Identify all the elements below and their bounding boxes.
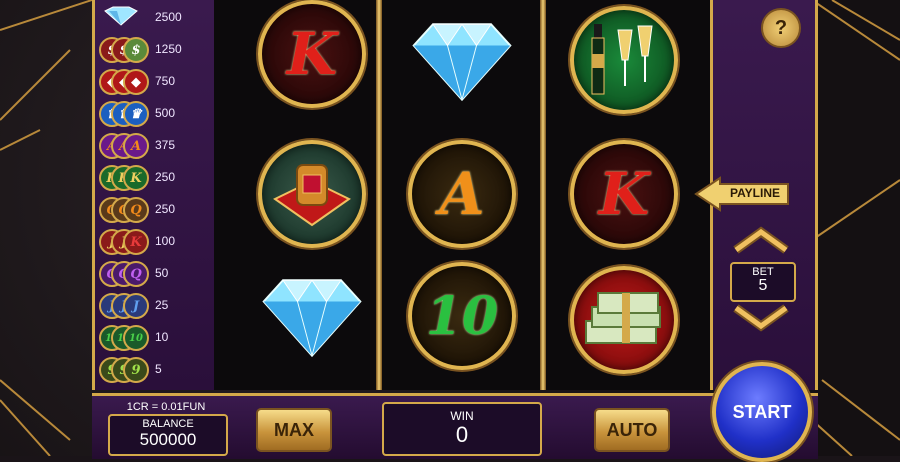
money-symbol	[570, 266, 678, 374]
paytable-row: 101010 10	[99, 324, 168, 351]
payout-value: 25	[155, 298, 169, 312]
ring-symbol	[258, 140, 366, 248]
payout-value: 1250	[155, 42, 182, 56]
paytable-row: ♛♛♛ 500	[99, 100, 175, 127]
auto-spin-button[interactable]: AUTO	[594, 408, 670, 452]
champagne-icon: ♛♛♛	[99, 101, 149, 127]
reel-2-symbol-1	[404, 6, 520, 114]
ring-icon: ◆◆◆	[99, 69, 149, 95]
reel-3-symbol-2: K	[566, 140, 682, 248]
letter-j-icon: JJK	[99, 229, 149, 255]
number-nine-icon: JJJ	[99, 293, 149, 319]
payout-value: 750	[155, 74, 176, 88]
reel-1-symbol-2	[254, 140, 370, 248]
letter-k-symbol: K	[570, 140, 678, 248]
diamond-symbol	[262, 279, 362, 358]
letter-q-icon: QQQ	[99, 197, 149, 223]
balance-display: BALANCE 500000	[108, 414, 228, 456]
paytable-row: $$$ 1250	[99, 36, 182, 63]
letter-a-icon: AAA	[99, 133, 149, 159]
reel-3-symbol-3	[566, 266, 682, 374]
payout-value: 500	[155, 106, 176, 120]
reel-3-symbol-1	[566, 6, 682, 114]
balance-label: BALANCE	[142, 418, 194, 430]
payout-value: 375	[155, 138, 176, 152]
bet-down-button[interactable]	[730, 302, 792, 332]
payline-label: PAYLINE	[730, 186, 781, 200]
diamond-icon	[99, 5, 149, 29]
bet-value: 5	[758, 277, 768, 294]
letter-k-symbol: K	[258, 0, 366, 108]
right-decoration	[812, 0, 900, 456]
paytable-row: 2500	[99, 4, 182, 30]
bet-display: BET 5	[730, 262, 796, 302]
paytable-row: JJJ 25	[99, 292, 168, 319]
left-decoration	[0, 0, 92, 456]
reel-1-symbol-1: K	[254, 0, 370, 108]
paytable-row: JJK 100	[99, 228, 175, 255]
balance-value: 500000	[139, 430, 197, 449]
paytable-row: 999 5	[99, 356, 162, 383]
reel-2-symbol-2: A	[404, 140, 520, 248]
reels-area: K A 10 K	[214, 0, 710, 390]
paytable-row: KKK 250	[99, 164, 175, 191]
number-seven-icon: 999	[99, 357, 149, 383]
credit-rate-label: 1CR = 0.01FUN	[126, 401, 206, 413]
win-display: WIN 0	[382, 402, 542, 456]
letter-a-symbol: A	[408, 140, 516, 248]
max-bet-button[interactable]: MAX	[256, 408, 332, 452]
money-icon: $$$	[99, 37, 149, 63]
paytable-row: QQQ 50	[99, 260, 168, 287]
payout-value: 250	[155, 170, 176, 184]
reel-divider	[376, 0, 382, 390]
reel-divider	[540, 0, 546, 390]
diamond-symbol	[412, 23, 512, 102]
help-button[interactable]: ?	[761, 8, 801, 48]
payout-value: 50	[155, 266, 169, 280]
payout-value: 250	[155, 202, 176, 216]
payout-value: 5	[155, 362, 162, 376]
paytable: 2500 $$$ 1250 ◆◆◆ 750 ♛♛♛ 500 AAA 375 KK…	[92, 0, 220, 390]
bet-up-button[interactable]	[730, 226, 792, 256]
letter-k-icon: KKK	[99, 165, 149, 191]
paytable-row: AAA 375	[99, 132, 175, 159]
paytable-row: QQQ 250	[99, 196, 175, 223]
reel-1-symbol-3	[254, 262, 370, 370]
champagne-symbol	[570, 6, 678, 114]
start-button[interactable]: START	[712, 362, 812, 462]
payout-value: 2500	[155, 10, 182, 24]
win-label: WIN	[450, 409, 474, 423]
reel-2-symbol-3: 10	[404, 262, 520, 370]
number-eight-icon: 101010	[99, 325, 149, 351]
number-ten-symbol: 10	[408, 262, 516, 370]
paytable-row: ◆◆◆ 750	[99, 68, 175, 95]
payout-value: 100	[155, 234, 176, 248]
win-value: 0	[455, 422, 469, 447]
payout-value: 10	[155, 330, 169, 344]
number-ten-icon: QQQ	[99, 261, 149, 287]
